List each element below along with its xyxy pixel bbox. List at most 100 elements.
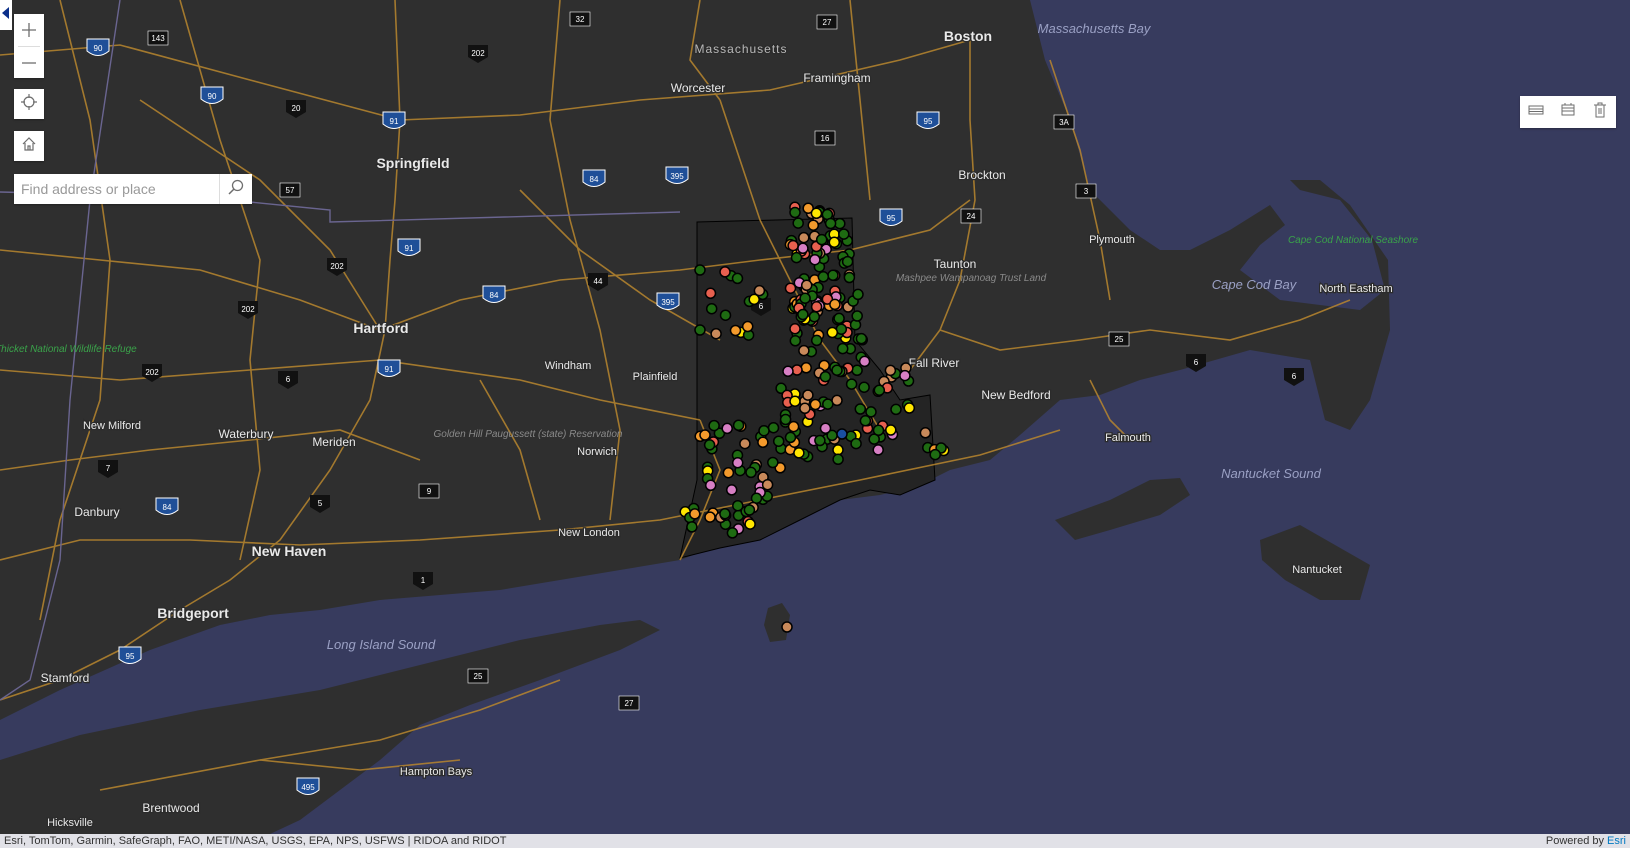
map-point-marker[interactable] xyxy=(694,324,706,336)
map-point-marker[interactable] xyxy=(872,444,884,456)
map-point-marker[interactable] xyxy=(865,406,877,418)
map-point-marker[interactable] xyxy=(884,364,897,377)
map-point-marker[interactable] xyxy=(890,403,902,416)
map-point-marker[interactable] xyxy=(719,309,732,321)
map-point-marker[interactable] xyxy=(798,231,810,244)
map-point-marker[interactable] xyxy=(814,434,826,447)
map-point-marker[interactable] xyxy=(761,478,774,491)
map-point-marker[interactable] xyxy=(810,334,823,347)
map-point-marker[interactable] xyxy=(787,239,799,252)
map-point-marker[interactable] xyxy=(739,437,751,450)
map-point-marker[interactable] xyxy=(721,422,733,435)
map-point-marker[interactable] xyxy=(708,419,720,432)
map-point-marker[interactable] xyxy=(787,420,800,433)
map-point-marker[interactable] xyxy=(858,355,871,368)
map-point-marker[interactable] xyxy=(704,511,716,523)
map-point-marker[interactable] xyxy=(800,362,812,374)
map-point-marker[interactable] xyxy=(858,381,870,393)
map-point-marker[interactable] xyxy=(819,370,832,383)
map-point-marker[interactable] xyxy=(810,301,823,313)
map-point-marker[interactable] xyxy=(873,384,886,396)
map-point-marker[interactable] xyxy=(789,323,801,335)
map-point-marker[interactable] xyxy=(841,255,854,268)
map-point-marker[interactable] xyxy=(767,421,780,434)
map-point-marker[interactable] xyxy=(732,419,745,432)
map-point-marker[interactable] xyxy=(790,251,803,264)
map-point-marker[interactable] xyxy=(784,282,797,294)
map-point-marker[interactable] xyxy=(819,422,832,435)
map-point-marker[interactable] xyxy=(792,217,804,229)
map-point-marker[interactable] xyxy=(832,444,844,456)
map-point-marker[interactable] xyxy=(704,479,717,492)
map-point-marker[interactable] xyxy=(822,398,834,410)
map-point-marker[interactable] xyxy=(836,428,848,440)
map-point-marker[interactable] xyxy=(828,236,841,248)
map-point-marker[interactable] xyxy=(799,402,811,415)
map-point-marker[interactable] xyxy=(885,424,897,436)
map-point-marker[interactable] xyxy=(743,504,756,516)
map-point-marker[interactable] xyxy=(899,369,911,382)
map-point-marker[interactable] xyxy=(836,342,849,355)
map-point-marker[interactable] xyxy=(797,308,809,321)
zoom-in-button[interactable] xyxy=(14,14,44,46)
map-point-marker[interactable] xyxy=(919,427,932,439)
map-point-marker[interactable] xyxy=(851,364,863,377)
map-point-marker[interactable] xyxy=(929,448,941,461)
map-point-marker[interactable] xyxy=(845,378,858,390)
map-point-marker[interactable] xyxy=(725,484,738,496)
map-point-marker[interactable] xyxy=(833,312,845,325)
map-point-marker[interactable] xyxy=(827,269,839,282)
map-point-marker[interactable] xyxy=(789,335,802,347)
map-point-marker[interactable] xyxy=(732,499,744,512)
map-point-marker[interactable] xyxy=(824,217,837,230)
map-point-marker[interactable] xyxy=(843,271,856,284)
map-point-marker[interactable] xyxy=(807,219,820,231)
locate-button[interactable] xyxy=(14,89,44,119)
map-point-marker[interactable] xyxy=(852,288,864,301)
map-point-marker[interactable] xyxy=(745,466,757,479)
map-point-marker[interactable] xyxy=(753,284,766,297)
map-point-marker[interactable] xyxy=(741,320,754,333)
map-point-marker[interactable] xyxy=(705,302,718,315)
map-point-marker[interactable] xyxy=(815,233,828,246)
collapse-panel-button[interactable] xyxy=(0,0,12,30)
table-button[interactable] xyxy=(1520,96,1552,128)
map-point-marker[interactable] xyxy=(689,508,701,520)
map-point-marker[interactable] xyxy=(731,272,744,285)
map-view[interactable]: 90 90 91 91 91 84 84 84 395 395 95 95 95… xyxy=(0,0,1630,834)
map-point-marker[interactable] xyxy=(731,457,744,469)
layers-button[interactable] xyxy=(1552,96,1584,128)
search-button[interactable] xyxy=(219,174,252,204)
map-point-marker[interactable] xyxy=(781,621,793,633)
map-point-marker[interactable] xyxy=(872,424,885,437)
map-point-marker[interactable] xyxy=(767,456,779,469)
map-point-marker[interactable] xyxy=(850,437,862,450)
map-point-marker[interactable] xyxy=(722,466,735,479)
map-point-marker[interactable] xyxy=(903,402,916,414)
map-point-marker[interactable] xyxy=(809,398,822,411)
map-point-marker[interactable] xyxy=(831,364,843,376)
map-point-marker[interactable] xyxy=(854,403,867,415)
map-point-marker[interactable] xyxy=(798,344,810,357)
map-point-marker[interactable] xyxy=(719,508,731,520)
map-point-marker[interactable] xyxy=(817,271,830,283)
map-point-marker[interactable] xyxy=(779,413,792,426)
zoom-out-button[interactable] xyxy=(14,47,44,79)
map-point-marker[interactable] xyxy=(744,518,756,530)
map-point-marker[interactable] xyxy=(855,332,868,345)
map-point-marker[interactable] xyxy=(782,365,794,378)
map-point-marker[interactable] xyxy=(758,424,770,437)
map-point-marker[interactable] xyxy=(859,415,872,427)
map-point-marker[interactable] xyxy=(808,310,821,323)
map-point-marker[interactable] xyxy=(757,436,769,449)
map-point-marker[interactable] xyxy=(703,439,716,451)
map-point-marker[interactable] xyxy=(686,521,698,533)
map-point-marker[interactable] xyxy=(789,395,801,407)
esri-link[interactable]: Esri xyxy=(1607,835,1626,847)
map-point-marker[interactable] xyxy=(832,453,844,466)
map-point-marker[interactable] xyxy=(726,527,739,539)
map-point-marker[interactable] xyxy=(829,298,841,311)
map-point-marker[interactable] xyxy=(826,326,839,339)
search-input[interactable] xyxy=(14,174,220,204)
map-point-marker[interactable] xyxy=(810,207,823,220)
